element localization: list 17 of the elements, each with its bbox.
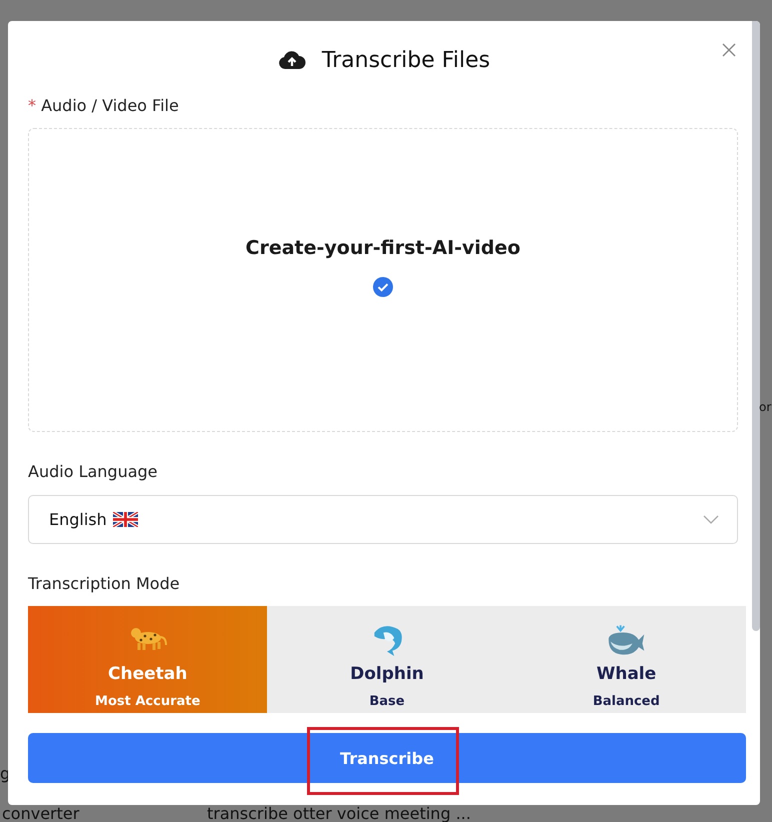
file-name: Create-your-first-AI-video <box>246 237 520 259</box>
page-link[interactable]: converter <box>2 804 80 822</box>
mode-option[interactable]: Whale Balanced <box>506 606 746 713</box>
dialog-title: Transcribe Files <box>322 48 490 72</box>
mode-option[interactable]: Dolphin Base <box>267 606 507 713</box>
chevron-down-icon <box>703 515 719 524</box>
close-icon[interactable] <box>722 43 736 57</box>
flag-icon <box>112 512 138 527</box>
field-label: Audio Language <box>28 462 159 481</box>
language-select[interactable]: English <box>28 495 738 544</box>
upload-area[interactable]: Create-your-first-AI-video <box>28 128 738 432</box>
field-label: * Audio / Video File <box>28 96 180 115</box>
transcribe-button[interactable]: Transcribe <box>28 733 746 783</box>
page-link[interactable]: transcribe otter voice meeting ... <box>207 804 471 822</box>
scrollbar[interactable] <box>752 21 760 631</box>
field-label: Transcription Mode <box>28 574 181 593</box>
cloud-upload-icon <box>278 50 306 70</box>
